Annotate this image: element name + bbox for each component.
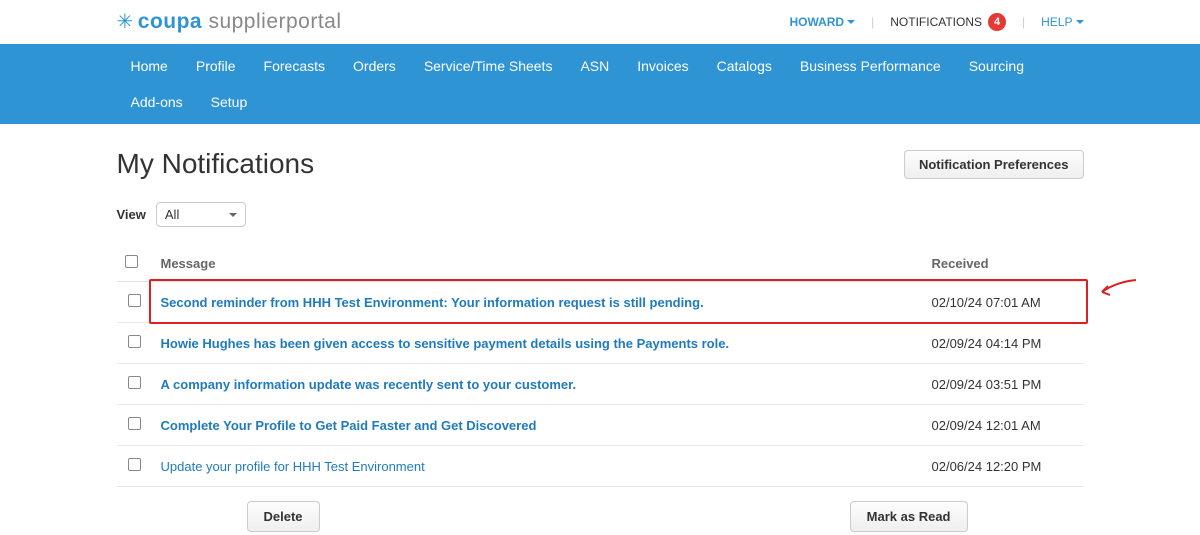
- nav-item-add-ons[interactable]: Add-ons: [117, 86, 197, 118]
- chevron-down-icon: [847, 20, 855, 24]
- user-name: HOWARD: [789, 15, 844, 29]
- logo-coupa-text: coupa: [138, 10, 202, 33]
- mark-as-read-button[interactable]: Mark as Read: [850, 501, 968, 532]
- user-menu[interactable]: HOWARD: [789, 15, 855, 29]
- select-all-checkbox[interactable]: [125, 255, 138, 268]
- help-label: HELP: [1041, 15, 1072, 29]
- message-cell: A company information update was recentl…: [153, 364, 924, 405]
- top-bar: ✳ coupa supplierportal HOWARD | NOTIFICA…: [117, 0, 1084, 44]
- notification-link[interactable]: Update your profile for HHH Test Environ…: [161, 459, 425, 474]
- nav-item-setup[interactable]: Setup: [197, 86, 262, 118]
- delete-button[interactable]: Delete: [247, 501, 320, 532]
- notifications-label: NOTIFICATIONS: [890, 15, 982, 29]
- content: My Notifications Notification Preference…: [117, 124, 1084, 532]
- notification-preferences-button[interactable]: Notification Preferences: [904, 150, 1084, 179]
- nav-item-service-time-sheets[interactable]: Service/Time Sheets: [410, 50, 567, 82]
- nav-item-forecasts[interactable]: Forecasts: [250, 50, 339, 82]
- notification-link[interactable]: Howie Hughes has been given access to se…: [161, 336, 730, 351]
- message-cell: Second reminder from HHH Test Environmen…: [153, 282, 924, 323]
- row-checkbox[interactable]: [128, 417, 141, 430]
- view-select[interactable]: All: [156, 202, 246, 227]
- page-title: My Notifications: [117, 148, 315, 180]
- table-row: Howie Hughes has been given access to se…: [117, 323, 1084, 364]
- row-checkbox[interactable]: [128, 376, 141, 389]
- top-right-links: HOWARD | NOTIFICATIONS 4 | HELP: [789, 13, 1083, 31]
- notifications-table: Message Received Second reminder from HH…: [117, 245, 1084, 487]
- help-link[interactable]: HELP: [1041, 15, 1083, 29]
- table-row: Complete Your Profile to Get Paid Faster…: [117, 405, 1084, 446]
- coupa-burst-icon: ✳: [117, 12, 134, 32]
- row-checkbox-cell: [117, 446, 153, 487]
- received-cell: 02/10/24 07:01 AM: [924, 282, 1084, 323]
- logo-supplier-text: supplier: [208, 10, 286, 33]
- nav-item-business-performance[interactable]: Business Performance: [786, 50, 955, 82]
- row-checkbox-cell: [117, 364, 153, 405]
- notification-link[interactable]: Complete Your Profile to Get Paid Faster…: [161, 418, 537, 433]
- logo[interactable]: ✳ coupa supplierportal: [117, 10, 342, 34]
- message-cell: Update your profile for HHH Test Environ…: [153, 446, 924, 487]
- received-cell: 02/06/24 12:20 PM: [924, 446, 1084, 487]
- nav-item-orders[interactable]: Orders: [339, 50, 410, 82]
- received-cell: 02/09/24 03:51 PM: [924, 364, 1084, 405]
- notification-link[interactable]: Second reminder from HHH Test Environmen…: [161, 295, 704, 310]
- nav-item-asn[interactable]: ASN: [566, 50, 623, 82]
- row-checkbox-cell: [117, 405, 153, 446]
- title-row: My Notifications Notification Preference…: [117, 148, 1084, 180]
- row-checkbox[interactable]: [128, 335, 141, 348]
- nav-item-catalogs[interactable]: Catalogs: [703, 50, 786, 82]
- view-label: View: [117, 207, 146, 222]
- received-cell: 02/09/24 04:14 PM: [924, 323, 1084, 364]
- row-checkbox[interactable]: [128, 294, 141, 307]
- notifications-link[interactable]: NOTIFICATIONS 4: [890, 13, 1006, 31]
- table-row: A company information update was recentl…: [117, 364, 1084, 405]
- row-checkbox-cell: [117, 323, 153, 364]
- received-cell: 02/09/24 12:01 AM: [924, 405, 1084, 446]
- logo-portal-text: portal: [286, 10, 342, 33]
- table-row: Update your profile for HHH Test Environ…: [117, 446, 1084, 487]
- row-checkbox[interactable]: [128, 458, 141, 471]
- notifications-badge: 4: [988, 13, 1006, 31]
- chevron-down-icon: [1076, 20, 1084, 24]
- view-select-value: All: [165, 207, 179, 222]
- separator: |: [871, 15, 874, 29]
- chevron-down-icon: [229, 213, 237, 217]
- arrow-annotation-icon: [1096, 276, 1142, 306]
- table-row: Second reminder from HHH Test Environmen…: [117, 282, 1084, 323]
- nav-item-profile[interactable]: Profile: [182, 50, 250, 82]
- separator: |: [1022, 15, 1025, 29]
- select-all-header: [117, 245, 153, 282]
- row-checkbox-cell: [117, 282, 153, 323]
- main-nav: HomeProfileForecastsOrdersService/Time S…: [0, 44, 1200, 124]
- notification-link[interactable]: A company information update was recentl…: [161, 377, 577, 392]
- message-cell: Complete Your Profile to Get Paid Faster…: [153, 405, 924, 446]
- message-cell: Howie Hughes has been given access to se…: [153, 323, 924, 364]
- view-filter-row: View All: [117, 202, 1084, 227]
- nav-item-invoices[interactable]: Invoices: [623, 50, 702, 82]
- nav-item-home[interactable]: Home: [117, 50, 182, 82]
- action-row: Delete Mark as Read: [117, 487, 1084, 532]
- message-header: Message: [153, 245, 924, 282]
- nav-item-sourcing[interactable]: Sourcing: [955, 50, 1038, 82]
- received-header: Received: [924, 245, 1084, 282]
